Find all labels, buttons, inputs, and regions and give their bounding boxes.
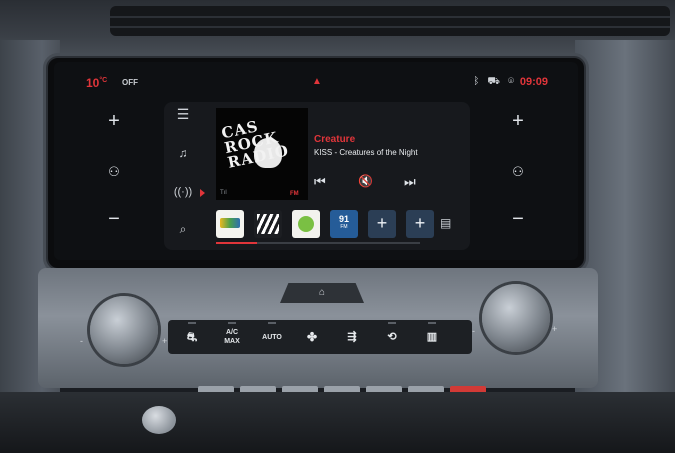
air-vent	[110, 6, 670, 36]
home-icon[interactable]: ⌂	[280, 283, 364, 303]
seat-heat-button[interactable]: ⛐	[174, 322, 210, 348]
auto-button[interactable]: AUTO	[254, 322, 290, 348]
left-temp-down-button[interactable]: −	[66, 208, 162, 231]
preset-band: FM	[340, 224, 348, 230]
auto-label: AUTO	[262, 334, 282, 341]
climate-status[interactable]: OFF	[122, 78, 138, 87]
preset-1[interactable]	[216, 210, 244, 238]
seat-heat-icon[interactable]: ⚇	[66, 164, 162, 180]
ac-max-label: A/C MAX	[224, 329, 240, 345]
menu-icon[interactable]: ☰	[164, 106, 202, 123]
air-direction-icon[interactable]: ⇶	[334, 326, 370, 348]
preset-list-icon[interactable]: ▤	[440, 216, 451, 230]
location-icon: ⌾	[508, 76, 514, 87]
left-climate-panel: + ⚇ −	[66, 104, 162, 244]
knob-plus-label: +	[162, 336, 168, 346]
defrost-icon[interactable]: ▥	[414, 322, 450, 348]
right-climate-panel: + ⚇ −	[470, 104, 566, 244]
left-temperature-knob[interactable]	[90, 296, 158, 364]
knob-minus-label: -	[80, 336, 83, 346]
preset-bar: 91 FM + + ▤	[216, 210, 466, 238]
fm-label: FM	[290, 191, 299, 197]
climate-button-bar: ⛐ A/C MAX AUTO ✤ ⇶ ⟲ ▥	[168, 320, 472, 354]
mute-icon[interactable]: 🔇	[358, 174, 373, 188]
preset-4[interactable]: 91 FM	[330, 210, 358, 238]
car-connect-icon: ⛟	[487, 76, 500, 87]
knob-plus-label: +	[552, 324, 558, 334]
add-preset-button[interactable]: +	[406, 210, 434, 238]
preset-2[interactable]	[254, 210, 282, 238]
active-source-marker	[200, 189, 205, 197]
add-preset-button[interactable]: +	[368, 210, 396, 238]
fan-icon[interactable]: ✤	[294, 326, 330, 348]
playback-controls: ⏮ 🔇 ⏭	[314, 174, 464, 196]
track-title: Creature	[314, 134, 356, 145]
media-panel: ☰ ♫ ((·)) ⌕ CAS ROCK RADIO Tıl FM Creatu…	[164, 102, 470, 250]
preset-3[interactable]	[292, 210, 320, 238]
signal-strength-icon: Tıl	[220, 190, 227, 196]
car-alert-icon: ▲	[312, 76, 322, 87]
temperature-value: 10	[86, 76, 100, 90]
bluetooth-icon: ᛒ	[473, 76, 480, 87]
ac-max-button[interactable]: A/C MAX	[214, 322, 250, 348]
status-bar: 10°C OFF ▲ ᛒ ⛟ ⌾ 09:09	[54, 62, 578, 102]
search-icon[interactable]: ⌕	[164, 222, 202, 237]
radio-icon[interactable]: ((·))	[164, 186, 202, 198]
track-artist: KISS - Creatures of the Night	[314, 148, 418, 157]
preset-frequency: 91	[338, 214, 349, 224]
status-icons: ᛒ ⛟ ⌾	[473, 77, 514, 87]
temperature-unit: °C	[99, 77, 108, 84]
infotainment-screen: 10°C OFF ▲ ᛒ ⛟ ⌾ 09:09 + ⚇ − + ⚇ − ☰ ♫ (…	[54, 62, 578, 260]
seat-heat-icon[interactable]: ⚇	[470, 164, 566, 180]
right-temp-down-button[interactable]: −	[470, 208, 566, 231]
upper-dashboard	[0, 0, 675, 60]
lower-dashboard	[0, 392, 675, 453]
music-icon[interactable]: ♫	[164, 146, 202, 160]
previous-icon[interactable]: ⏮	[314, 174, 326, 190]
knob-minus-label: -	[472, 326, 475, 336]
preset-scroll-indicator	[216, 242, 420, 244]
outside-temperature: 10°C	[86, 76, 107, 90]
album-art: CAS ROCK RADIO	[216, 108, 308, 200]
media-nav: ☰ ♫ ((·)) ⌕	[164, 102, 205, 250]
shift-knob[interactable]	[142, 406, 176, 434]
right-temp-up-button[interactable]: +	[470, 110, 566, 133]
station-logo-text: CAS ROCK RADIO	[219, 117, 291, 172]
right-temperature-knob[interactable]	[482, 284, 550, 352]
left-temp-up-button[interactable]: +	[66, 110, 162, 133]
recirculation-icon[interactable]: ⟲	[374, 322, 410, 348]
clock: 09:09	[519, 76, 548, 88]
next-icon[interactable]: ⏭	[404, 174, 416, 190]
